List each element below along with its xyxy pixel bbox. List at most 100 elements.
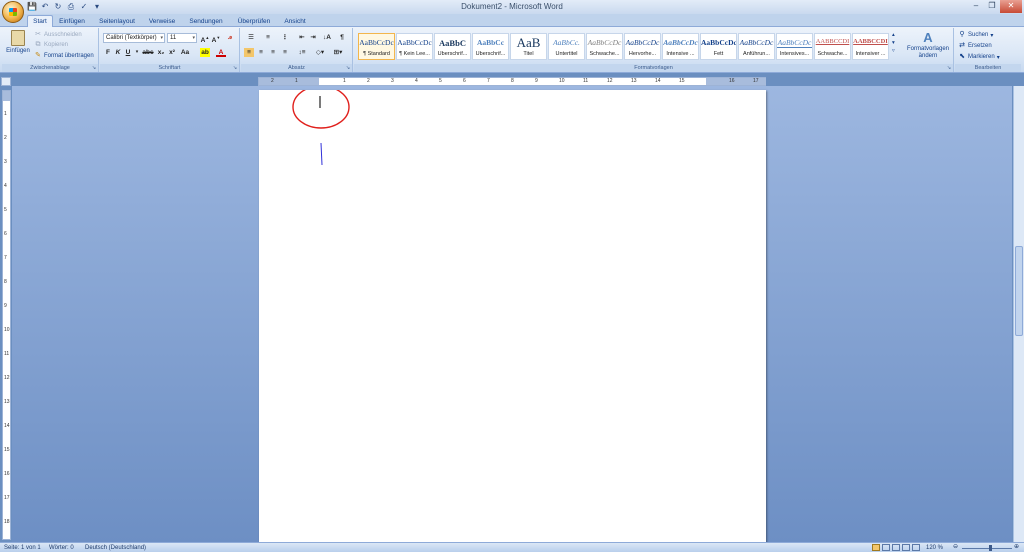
- chevron-down-icon: ▾: [160, 35, 163, 41]
- more-icon[interactable]: ▿: [892, 48, 895, 54]
- tab-einfuegen[interactable]: Einfügen: [56, 16, 88, 27]
- language-indicator[interactable]: Deutsch (Deutschland): [85, 544, 146, 552]
- style-hervorhebung[interactable]: AaBbCcDc Hervorhe...: [624, 33, 661, 60]
- highlight-icon[interactable]: ab: [200, 48, 210, 57]
- chevron-up-icon[interactable]: ▴: [892, 32, 895, 38]
- clear-formatting-icon[interactable]: ꭿ: [224, 33, 236, 42]
- paragraph-launcher-icon[interactable]: ↘: [345, 65, 351, 71]
- zoom-in-icon[interactable]: ⊕: [1014, 543, 1019, 551]
- full-screen-icon[interactable]: [882, 544, 890, 551]
- vertical-ruler[interactable]: 1 2 3 4 5 6 7 8 9 10 11 12 13 14 15 16 1…: [2, 90, 11, 540]
- borders-icon[interactable]: ⊞▾: [331, 48, 345, 57]
- format-painter-button[interactable]: ✎ Format übertragen: [34, 52, 94, 60]
- document-page[interactable]: [259, 90, 766, 546]
- grow-font-icon[interactable]: A▲: [200, 33, 210, 44]
- change-styles-button[interactable]: A Formatvorlagen ändern: [906, 30, 950, 60]
- status-bar: Seite: 1 von 1 Wörter: 0 Deutsch (Deutsc…: [0, 542, 1024, 552]
- horizontal-ruler[interactable]: 2 1 1 2 3 4 5 6 7 8 9 10 11 12 13 14 15 …: [258, 77, 766, 86]
- zoom-out-icon[interactable]: ⊖: [953, 543, 958, 551]
- pilcrow-icon[interactable]: ¶: [337, 33, 347, 42]
- style-standard[interactable]: AaBbCcDc ¶ Standard: [358, 33, 395, 60]
- ruler-toggle-icon[interactable]: [1, 77, 11, 86]
- style-schwacher-verweis[interactable]: AABBCCDI Schwache...: [814, 33, 851, 60]
- office-button[interactable]: [2, 1, 24, 23]
- numbering-icon[interactable]: ≡: [261, 33, 275, 42]
- chevron-down-icon: ▾: [990, 32, 994, 39]
- bullets-icon[interactable]: ☰: [244, 33, 258, 42]
- chevron-down-icon[interactable]: ▾: [134, 48, 140, 57]
- shading-icon[interactable]: ◇▾: [313, 48, 327, 57]
- style-kein-leerraum[interactable]: AaBbCcDc ¶ Kein Lee...: [396, 33, 433, 60]
- tab-verweise[interactable]: Verweise: [146, 16, 178, 27]
- outline-icon[interactable]: [902, 544, 910, 551]
- cursor-icon: ⬉: [959, 53, 965, 60]
- underline-button[interactable]: U: [124, 48, 132, 57]
- italic-button[interactable]: K: [114, 48, 122, 57]
- style-schwache-hervorhebung[interactable]: AaBbCcDc Schwache...: [586, 33, 623, 60]
- style-untertitel[interactable]: AaBbCc. Untertitel: [548, 33, 585, 60]
- vertical-scrollbar[interactable]: [1013, 86, 1024, 542]
- red-circle-annotation: [292, 90, 350, 129]
- replace-button[interactable]: ⇄ Ersetzen: [958, 42, 992, 50]
- zoom-slider[interactable]: ⊖ ⊕: [953, 544, 1021, 552]
- superscript-icon[interactable]: x²: [167, 48, 177, 57]
- sort-icon[interactable]: ↓A: [321, 33, 333, 42]
- style-intensiver-verweis[interactable]: AABBCCDI Intensiver ...: [852, 33, 889, 60]
- style-fett[interactable]: AaBbCcDc Fett: [700, 33, 737, 60]
- cut-button[interactable]: ✂ Ausschneiden: [34, 31, 82, 39]
- bold-button[interactable]: F: [104, 48, 112, 57]
- ribbon: Einfügen ✂ Ausschneiden ⧉ Kopieren ✎ Format…: [0, 27, 1024, 73]
- paragraph-group: ☰ ≡ ⋮ ⇤ ⇥ ↓A ¶ ≡ ≡ ≡ ≡ ↕≡ ◇▾ ⊞▾ Absatz ↘: [241, 28, 353, 72]
- change-case-icon[interactable]: Aa: [179, 48, 191, 57]
- align-left-icon[interactable]: ≡: [244, 48, 254, 57]
- style-ueberschrift-2[interactable]: AaBbCc Überschrif...: [472, 33, 509, 60]
- font-name-combo[interactable]: Calibri (Textkörper) ▾: [103, 33, 165, 43]
- clipboard-launcher-icon[interactable]: ↘: [91, 65, 97, 71]
- style-intensive-hervorhebung[interactable]: AaBbCcDc Intensive ...: [662, 33, 699, 60]
- tab-sendungen[interactable]: Sendungen: [186, 16, 226, 27]
- paste-button[interactable]: Einfügen: [5, 30, 31, 54]
- tab-seitenlayout[interactable]: Seitenlayout: [94, 16, 140, 27]
- subscript-icon[interactable]: x₂: [156, 48, 166, 57]
- style-titel[interactable]: AaB Titel: [510, 33, 547, 60]
- page-count[interactable]: Seite: 1 von 1: [4, 544, 41, 552]
- chevron-down-icon[interactable]: ▾: [892, 40, 895, 46]
- copy-icon: ⧉: [35, 41, 41, 48]
- strikethrough-icon[interactable]: abc: [142, 48, 154, 57]
- close-icon[interactable]: ✕: [1000, 0, 1022, 13]
- style-ueberschrift-1[interactable]: AaBbC Überschrif...: [434, 33, 471, 60]
- style-anfuehrungszeichen[interactable]: AaBbCcDc Anführun...: [738, 33, 775, 60]
- style-intensives-zitat[interactable]: AaBbCcDc Intensives...: [776, 33, 813, 60]
- minimize-icon[interactable]: –: [968, 0, 984, 13]
- find-button[interactable]: ⚲ Suchen ▾: [958, 31, 993, 39]
- draft-icon[interactable]: [912, 544, 920, 551]
- gallery-scroll[interactable]: ▴ ▾ ▿: [892, 32, 895, 54]
- zoom-thumb[interactable]: [989, 545, 992, 551]
- web-layout-icon[interactable]: [892, 544, 900, 551]
- tab-ansicht[interactable]: Ansicht: [280, 16, 310, 27]
- copy-button[interactable]: ⧉ Kopieren: [34, 41, 69, 49]
- styles-launcher-icon[interactable]: ↘: [946, 65, 952, 71]
- select-button[interactable]: ⬉ Markieren ▾: [958, 53, 1000, 61]
- font-size-combo[interactable]: 11 ▾: [167, 33, 197, 43]
- increase-indent-icon[interactable]: ⇥: [308, 33, 318, 42]
- multilevel-list-icon[interactable]: ⋮: [278, 33, 292, 42]
- font-group-label: Schriftart: [100, 64, 239, 72]
- page-annotations: [292, 90, 350, 166]
- font-launcher-icon[interactable]: ↘: [232, 65, 238, 71]
- change-styles-icon: A: [923, 30, 933, 45]
- restore-icon[interactable]: ❐: [984, 0, 1000, 13]
- decrease-indent-icon[interactable]: ⇤: [297, 33, 307, 42]
- scrollbar-thumb[interactable]: [1015, 246, 1023, 336]
- shrink-font-icon[interactable]: A▼: [211, 33, 221, 44]
- zoom-level[interactable]: 120 %: [926, 544, 943, 552]
- word-count[interactable]: Wörter: 0: [49, 544, 74, 552]
- align-right-icon[interactable]: ≡: [268, 48, 278, 57]
- align-center-icon[interactable]: ≡: [256, 48, 266, 57]
- tab-ueberpruefen[interactable]: Überprüfen: [234, 16, 274, 27]
- justify-icon[interactable]: ≡: [280, 48, 290, 57]
- font-color-icon[interactable]: A: [216, 48, 226, 57]
- ribbon-tabs: Start Einfügen Seitenlayout Verweise Sen…: [0, 14, 1024, 28]
- print-layout-icon[interactable]: [872, 544, 880, 551]
- line-spacing-icon[interactable]: ↕≡: [295, 48, 309, 57]
